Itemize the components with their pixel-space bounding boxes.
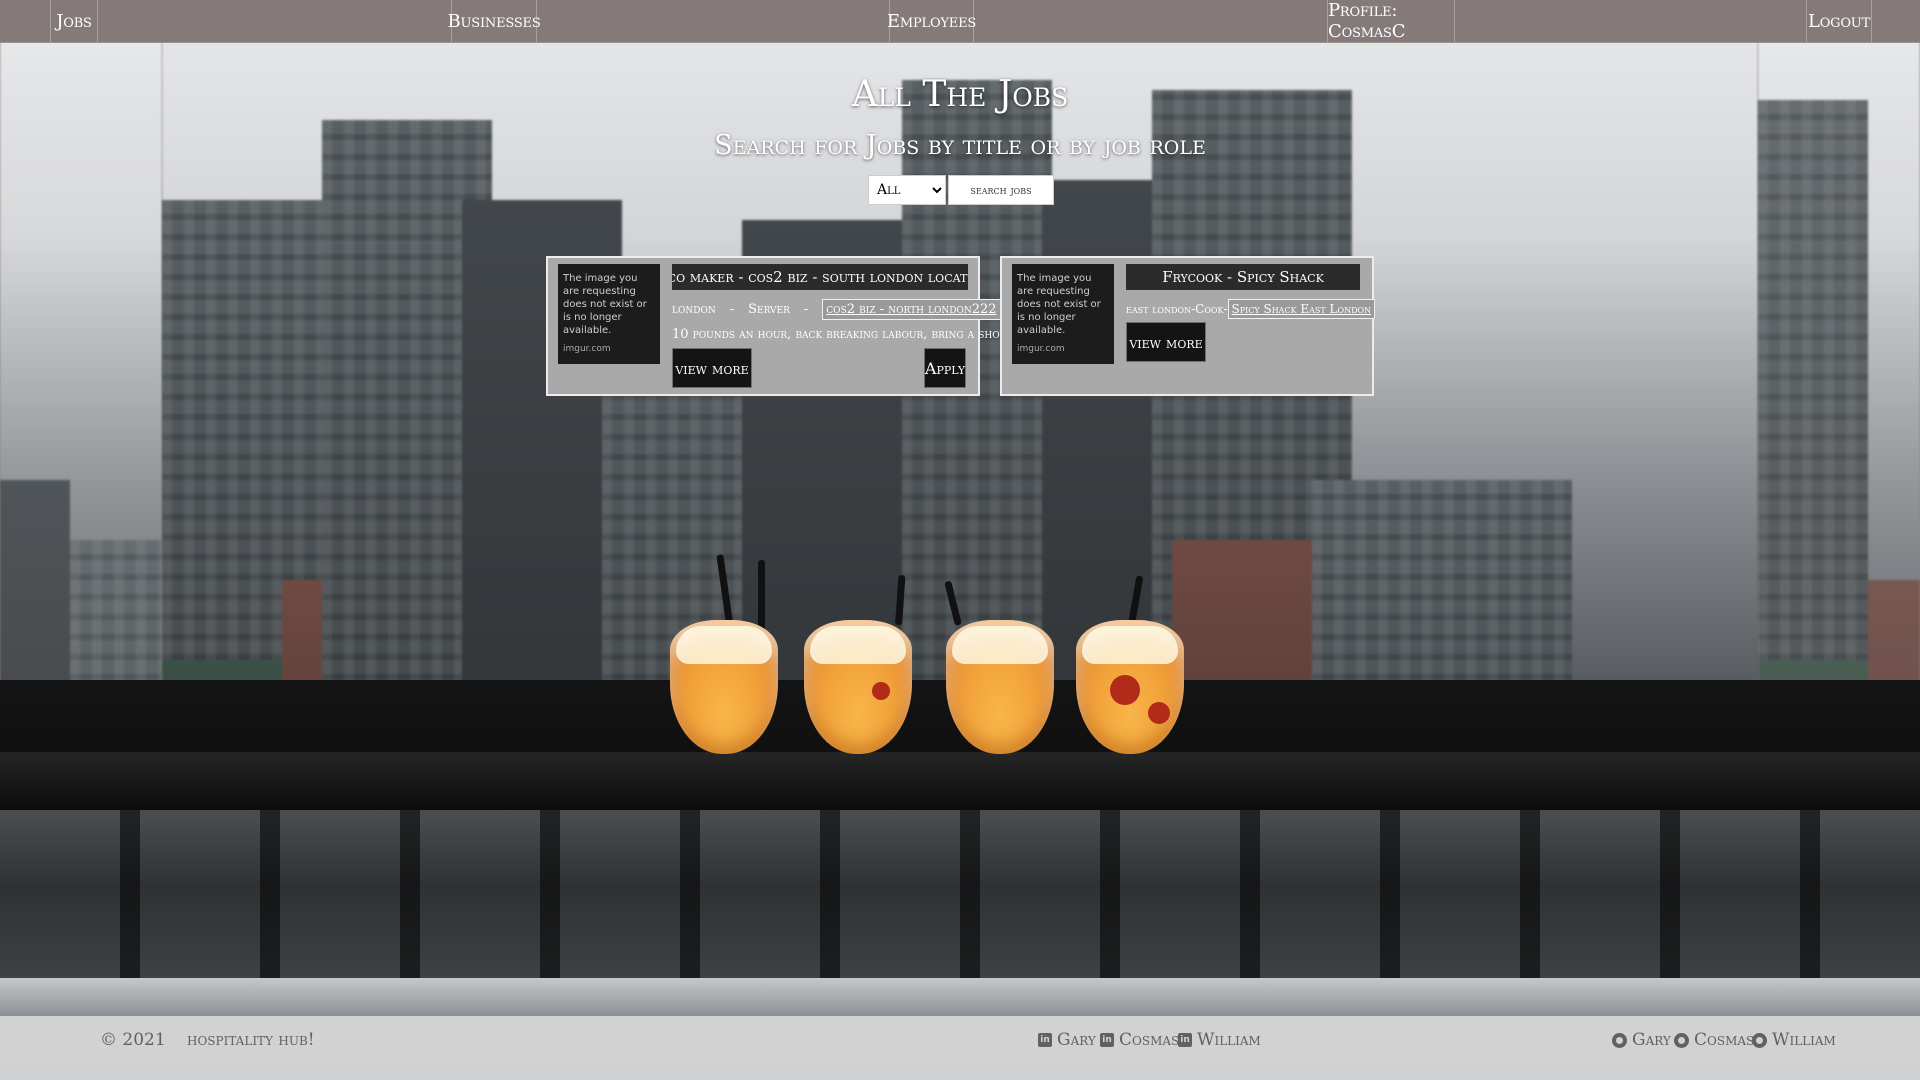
footer-copyright: © 2021 xyxy=(100,1030,166,1050)
github-icon xyxy=(1612,1032,1627,1048)
job-search-form: All search jobs xyxy=(868,175,1054,205)
job-image-placeholder: The image you are requesting does not ex… xyxy=(558,264,660,364)
linkedin-icon: in xyxy=(1100,1033,1114,1047)
job-meta-row: london - Server - cos2 biz - north londo… xyxy=(672,296,1001,322)
footer-linkedin-william[interactable]: in William xyxy=(1178,1016,1261,1064)
page-bottom-band xyxy=(0,1064,1920,1080)
footer-link-label: William xyxy=(1772,1030,1836,1050)
straw xyxy=(758,560,765,630)
background-bridge xyxy=(0,810,1920,980)
search-jobs-button[interactable]: search jobs xyxy=(948,175,1054,205)
job-role: Cook xyxy=(1195,302,1224,316)
job-description: 10 pounds an hour, back breaking labour,… xyxy=(672,327,1019,342)
meta-separator: - xyxy=(729,301,735,317)
github-icon xyxy=(1674,1032,1689,1048)
page-subtitle: Search for Jobs by title or by job role xyxy=(714,130,1206,161)
footer-brand: hospitality hub! xyxy=(187,1030,315,1050)
footer-github-gary[interactable]: Gary xyxy=(1612,1016,1671,1064)
linkedin-icon: in xyxy=(1178,1033,1192,1047)
job-image-credit: imgur.com xyxy=(563,344,611,354)
page-footer: © 2021 hospitality hub! in Gary in Cosma… xyxy=(0,1016,1920,1064)
job-card: The image you are requesting does not ex… xyxy=(1000,256,1376,396)
linkedin-icon: in xyxy=(1038,1033,1052,1047)
job-image-placeholder: The image you are requesting does not ex… xyxy=(1012,264,1114,364)
job-role-select[interactable]: All xyxy=(868,175,946,205)
cocktail-glass xyxy=(946,620,1054,754)
footer-linkedin-cosmas[interactable]: in Cosmas xyxy=(1100,1016,1179,1064)
job-area: london xyxy=(672,301,716,317)
nav-profile[interactable]: Profile: CosmasC xyxy=(1327,0,1455,42)
cocktail-glass xyxy=(804,620,912,754)
job-card: The image you are requesting does not ex… xyxy=(546,256,1019,396)
view-more-button[interactable]: view more xyxy=(1126,322,1206,362)
view-more-button[interactable]: view more xyxy=(672,348,752,388)
cocktail-glass xyxy=(1076,620,1184,754)
footer-link-label: William xyxy=(1197,1030,1261,1050)
apply-button[interactable]: Apply xyxy=(924,348,966,388)
job-role: Server xyxy=(748,301,790,317)
footer-github-cosmas[interactable]: Cosmas xyxy=(1674,1016,1754,1064)
footer-link-label: Cosmas xyxy=(1694,1030,1755,1050)
business-location-link[interactable]: cos2 biz - north london222 xyxy=(822,298,1001,320)
cocktail-glass xyxy=(670,620,778,754)
background-bottom-strip xyxy=(0,978,1920,1016)
job-meta-row: east london - Cook - Spicy Shack East Lo… xyxy=(1126,296,1376,322)
job-image-alt-text: The image you are requesting does not ex… xyxy=(1017,273,1101,336)
job-image-alt-text: The image you are requesting does not ex… xyxy=(563,273,647,336)
nav-jobs[interactable]: Jobs xyxy=(50,0,98,42)
job-image-credit: imgur.com xyxy=(1017,344,1065,354)
meta-separator: - xyxy=(803,301,809,317)
nav-businesses[interactable]: Businesses xyxy=(447,0,541,42)
footer-linkedin-gary[interactable]: in Gary xyxy=(1038,1016,1096,1064)
page-title: All The Jobs xyxy=(851,74,1069,115)
job-title: Frycook - Spicy Shack xyxy=(1126,264,1360,290)
footer-github-william[interactable]: William xyxy=(1752,1016,1836,1064)
footer-link-label: Gary xyxy=(1057,1030,1096,1050)
nav-logout[interactable]: Logout xyxy=(1806,0,1872,42)
github-icon xyxy=(1752,1032,1767,1048)
top-navbar: Jobs Businesses Employees Profile: Cosma… xyxy=(0,0,1920,43)
background-photo xyxy=(0,0,1920,1080)
business-location-link[interactable]: Spicy Shack East London xyxy=(1227,299,1376,319)
nav-employees[interactable]: Employees xyxy=(887,0,976,42)
job-title: Taco maker - cos2 biz - south london loc… xyxy=(672,264,968,290)
footer-link-label: Gary xyxy=(1632,1030,1671,1050)
footer-link-label: Cosmas xyxy=(1119,1030,1180,1050)
job-area: east london xyxy=(1126,302,1192,316)
